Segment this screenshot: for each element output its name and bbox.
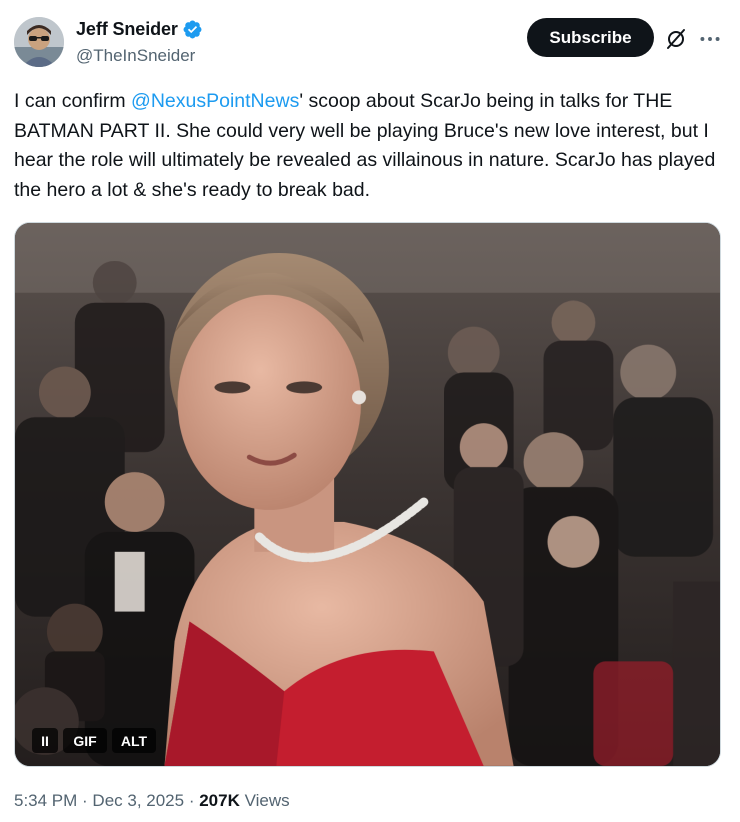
subscribe-button[interactable]: Subscribe: [527, 18, 654, 57]
media-badges: II GIF ALT: [32, 728, 156, 753]
tweet-text: I can confirm @NexusPointNews' scoop abo…: [14, 87, 726, 205]
views-count[interactable]: 207K: [199, 791, 240, 811]
author-handle[interactable]: @TheInSneider: [76, 46, 195, 66]
pause-button[interactable]: II: [32, 728, 58, 753]
gif-badge: GIF: [63, 728, 107, 753]
tweet-meta: 5:34 PM · Dec 3, 2025 · 207K Views: [14, 791, 290, 811]
alt-button[interactable]: ALT: [112, 728, 156, 753]
verified-badge-icon: [183, 20, 202, 39]
more-icon[interactable]: [697, 26, 723, 52]
display-name[interactable]: Jeff Sneider: [76, 19, 178, 40]
avatar[interactable]: [14, 17, 64, 67]
tweet-time[interactable]: 5:34 PM: [14, 791, 77, 811]
views-label: Views: [239, 791, 290, 810]
name-row: Jeff Sneider: [76, 19, 203, 40]
gif-image: [15, 223, 720, 766]
meta-separator: ·: [184, 791, 200, 810]
meta-separator: ·: [77, 791, 93, 810]
media-gif[interactable]: II GIF ALT: [14, 222, 721, 767]
mention-link[interactable]: @NexusPointNews: [131, 90, 299, 112]
tweet-header: Jeff Sneider @TheInSneider Subscribe: [0, 0, 740, 80]
grok-icon[interactable]: [664, 27, 688, 51]
tweet-text-before: I can confirm: [14, 90, 132, 112]
tweet-date[interactable]: Dec 3, 2025: [92, 791, 184, 811]
